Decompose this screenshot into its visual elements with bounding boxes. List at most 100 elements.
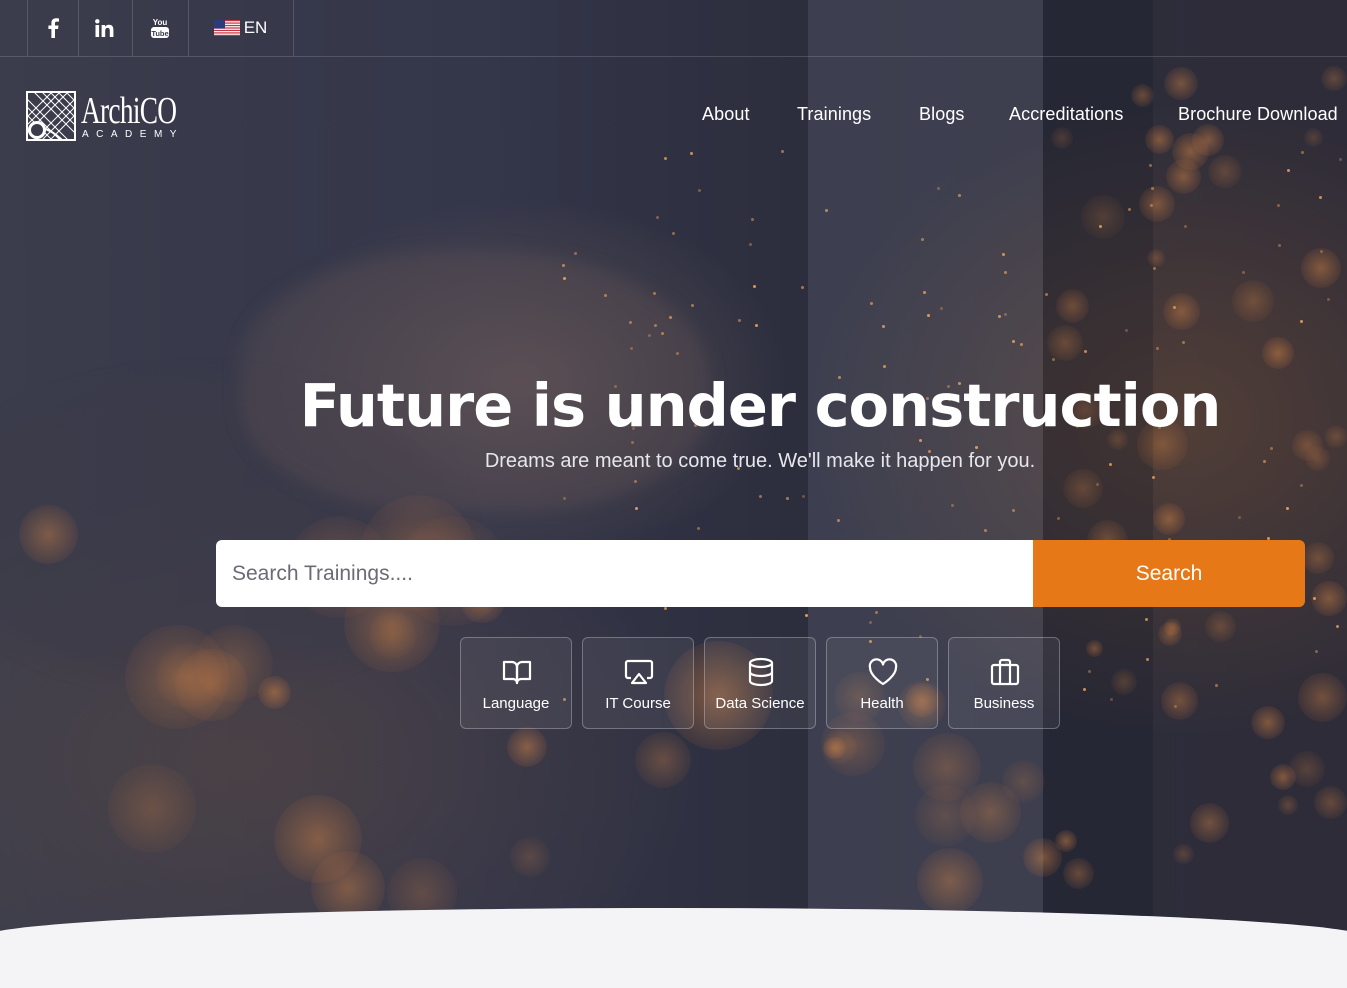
spark bbox=[800, 285, 804, 289]
spark bbox=[1276, 204, 1280, 208]
spark bbox=[1155, 346, 1159, 350]
bokeh-light bbox=[1131, 84, 1154, 107]
spark bbox=[1300, 320, 1304, 323]
spark bbox=[1151, 476, 1155, 480]
spark bbox=[1320, 249, 1324, 253]
nav-item-trainings[interactable]: Trainings bbox=[797, 104, 871, 125]
category-label: Language bbox=[482, 695, 550, 712]
bokeh-light bbox=[1311, 580, 1347, 617]
spark bbox=[751, 218, 755, 222]
nav-item-brochure-download[interactable]: Brochure Download bbox=[1178, 104, 1338, 125]
bokeh-light bbox=[1314, 786, 1347, 819]
spark bbox=[1181, 341, 1185, 345]
bokeh-light bbox=[1158, 622, 1182, 647]
spark bbox=[1153, 266, 1157, 270]
bokeh-light bbox=[506, 727, 548, 768]
airplay-icon bbox=[624, 659, 654, 685]
bokeh-light bbox=[19, 505, 78, 564]
spark bbox=[1150, 187, 1154, 191]
briefcase-icon bbox=[990, 658, 1020, 686]
search-input[interactable] bbox=[216, 540, 1033, 607]
spark bbox=[983, 528, 987, 532]
bokeh-light bbox=[1205, 610, 1237, 642]
bokeh-light bbox=[1164, 66, 1198, 101]
database-icon bbox=[748, 657, 774, 687]
bokeh-light bbox=[916, 847, 983, 914]
spark bbox=[958, 193, 962, 197]
category-language[interactable]: Language bbox=[460, 637, 572, 729]
nav-item-about[interactable]: About bbox=[702, 104, 750, 125]
bokeh-light bbox=[1231, 279, 1274, 322]
category-label: Data Science bbox=[715, 695, 805, 712]
spark bbox=[1327, 298, 1331, 302]
bokeh-light bbox=[1022, 838, 1062, 878]
book-open-icon bbox=[502, 660, 532, 685]
spark bbox=[1095, 483, 1099, 487]
spark bbox=[836, 518, 840, 522]
spark bbox=[1338, 157, 1342, 161]
youtube-icon: You Tube bbox=[151, 18, 169, 38]
facebook-icon bbox=[48, 18, 59, 38]
bokeh-light bbox=[1304, 127, 1324, 147]
spark bbox=[1318, 196, 1322, 200]
search-button[interactable]: Search bbox=[1033, 540, 1305, 607]
spark bbox=[652, 291, 656, 295]
spark bbox=[781, 150, 785, 153]
bokeh-light bbox=[509, 837, 550, 878]
spark bbox=[738, 318, 742, 322]
spark bbox=[574, 252, 578, 256]
bokeh-light bbox=[1086, 639, 1104, 657]
bokeh-light bbox=[1111, 669, 1137, 695]
section-divider-curve bbox=[0, 908, 1347, 988]
bokeh-light bbox=[1297, 672, 1347, 723]
heart-icon bbox=[868, 658, 898, 686]
spark bbox=[926, 313, 930, 317]
spark bbox=[754, 324, 758, 328]
spark bbox=[664, 607, 668, 611]
language-selector[interactable]: EN bbox=[188, 0, 294, 56]
spark bbox=[753, 284, 757, 288]
bokeh-light bbox=[1002, 760, 1045, 803]
spark bbox=[1300, 483, 1304, 487]
spark bbox=[690, 304, 694, 308]
spark bbox=[801, 494, 805, 498]
category-business[interactable]: Business bbox=[948, 637, 1060, 729]
bokeh-light bbox=[823, 736, 846, 760]
spark bbox=[1285, 506, 1289, 510]
category-data-science[interactable]: Data Science bbox=[704, 637, 816, 729]
bokeh-light bbox=[1250, 705, 1285, 740]
nav-item-blogs[interactable]: Blogs bbox=[919, 104, 965, 125]
spark bbox=[647, 333, 651, 337]
spark bbox=[697, 189, 701, 193]
spark bbox=[936, 187, 940, 191]
linkedin-link[interactable] bbox=[77, 0, 133, 56]
archico-logo[interactable]: ArchiCO ACADEMY bbox=[26, 90, 178, 143]
facebook-link[interactable] bbox=[27, 0, 79, 56]
bokeh-light bbox=[1301, 541, 1335, 575]
spark bbox=[675, 351, 679, 355]
nav-item-accreditations[interactable]: Accreditations bbox=[1009, 104, 1123, 125]
us-flag-icon bbox=[213, 20, 240, 36]
hero-title: Future is under construction bbox=[299, 371, 1222, 440]
spark bbox=[1278, 243, 1282, 247]
bokeh-light bbox=[1166, 158, 1202, 194]
category-label: IT Course bbox=[605, 695, 671, 712]
bokeh-light bbox=[1139, 185, 1175, 222]
bokeh-light bbox=[1277, 794, 1299, 816]
bokeh-light bbox=[635, 731, 692, 788]
bokeh-light bbox=[1163, 293, 1201, 331]
svg-text:Tube: Tube bbox=[151, 29, 168, 38]
youtube-link[interactable]: You Tube bbox=[132, 0, 189, 56]
bokeh-light bbox=[1146, 248, 1165, 268]
logo-subtitle: ACADEMY bbox=[82, 129, 184, 140]
category-health[interactable]: Health bbox=[826, 637, 938, 729]
spark bbox=[696, 527, 700, 531]
spark bbox=[1183, 225, 1187, 229]
spark bbox=[1149, 203, 1153, 207]
logo-mark-icon bbox=[26, 91, 76, 141]
spark bbox=[881, 324, 885, 328]
language-label: EN bbox=[243, 18, 268, 37]
bokeh-light bbox=[1189, 803, 1230, 844]
category-it-course[interactable]: IT Course bbox=[582, 637, 694, 729]
spark bbox=[664, 157, 668, 161]
